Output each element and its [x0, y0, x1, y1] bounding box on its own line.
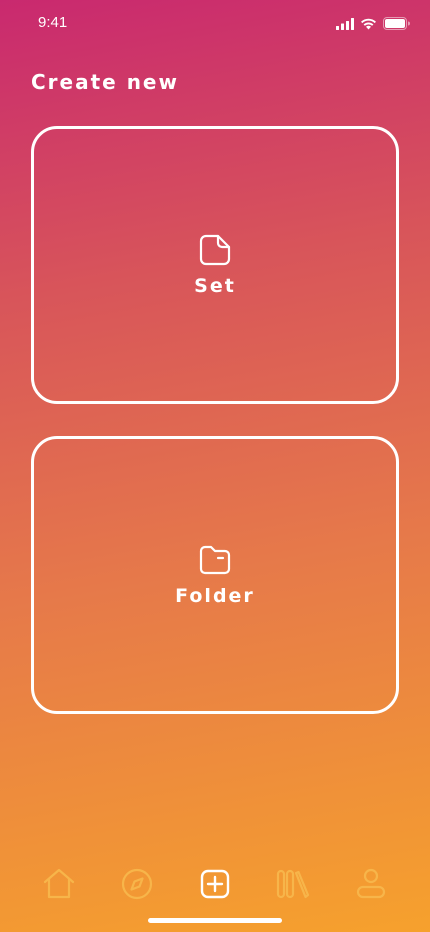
cellular-signal-icon	[336, 17, 354, 30]
battery-icon	[383, 17, 410, 30]
document-icon	[199, 234, 231, 266]
home-indicator[interactable]	[148, 918, 282, 923]
tab-create[interactable]	[195, 864, 235, 904]
create-set-card[interactable]: Set	[31, 126, 399, 404]
tab-explore[interactable]	[117, 864, 157, 904]
tab-profile[interactable]	[351, 864, 391, 904]
library-icon	[276, 869, 310, 899]
tab-home[interactable]	[39, 864, 79, 904]
wifi-icon	[361, 18, 376, 29]
create-set-label: Set	[194, 275, 236, 297]
compass-icon	[121, 868, 153, 900]
status-bar: 9:41	[0, 0, 430, 48]
tab-bar	[0, 860, 430, 908]
home-icon	[43, 868, 75, 899]
page-title: Create new	[31, 70, 179, 94]
plus-square-icon	[200, 869, 230, 899]
folder-icon	[199, 545, 231, 575]
create-folder-card[interactable]: Folder	[31, 436, 399, 714]
profile-icon	[356, 868, 386, 899]
tab-library[interactable]	[273, 864, 313, 904]
status-time: 9:41	[38, 14, 68, 31]
create-folder-label: Folder	[175, 585, 255, 607]
status-icons	[336, 17, 410, 30]
